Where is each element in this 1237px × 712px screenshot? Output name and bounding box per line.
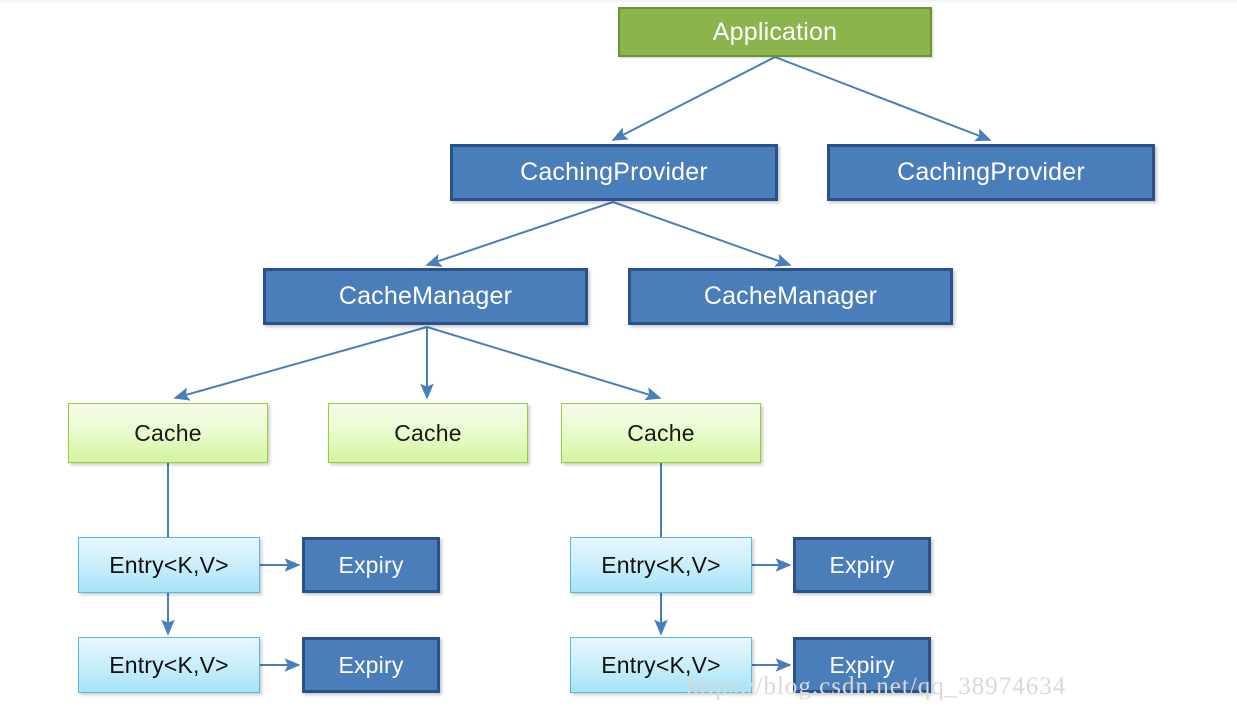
node-caching-provider-1[interactable]: CachingProvider	[450, 144, 778, 201]
node-expiry-l2-label: Expiry	[338, 651, 404, 678]
edge-caching-provider-1-to-cache-manager-2	[612, 201, 792, 267]
node-caching-provider-1-label: CachingProvider	[520, 158, 708, 186]
node-expiry-l1[interactable]: Expiry	[302, 537, 440, 593]
node-caching-provider-2[interactable]: CachingProvider	[827, 144, 1155, 201]
node-caching-provider-2-label: CachingProvider	[897, 158, 1085, 186]
node-expiry-r2-label: Expiry	[829, 651, 895, 678]
node-cache-manager-2-label: CacheManager	[703, 282, 878, 310]
diagram-canvas: Application CachingProvider CachingProvi…	[0, 0, 1237, 712]
node-cache-2[interactable]: Cache	[328, 403, 528, 463]
node-expiry-r1[interactable]: Expiry	[793, 537, 931, 593]
node-entry-r1[interactable]: Entry<K,V>	[570, 537, 752, 593]
node-cache-3-label: Cache	[627, 419, 695, 446]
node-cache-manager-1-label: CacheManager	[338, 282, 513, 310]
node-expiry-l1-label: Expiry	[338, 551, 404, 578]
edge-cache-manager-1-to-cache-3	[426, 326, 662, 401]
node-entry-r2-label: Entry<K,V>	[601, 651, 721, 678]
edge-application-to-caching-provider-1	[611, 56, 776, 141]
node-application-label: Application	[712, 17, 838, 46]
node-entry-l1[interactable]: Entry<K,V>	[78, 537, 260, 593]
edge-application-to-caching-provider-2	[774, 56, 992, 142]
node-entry-l2[interactable]: Entry<K,V>	[78, 637, 260, 693]
node-entry-r2[interactable]: Entry<K,V>	[570, 637, 752, 693]
node-cache-manager-1[interactable]: CacheManager	[263, 268, 588, 325]
node-cache-1-label: Cache	[134, 419, 202, 446]
edge-cache-manager-1-to-cache-1	[173, 326, 428, 401]
node-cache-manager-2[interactable]: CacheManager	[628, 268, 953, 325]
node-expiry-r2[interactable]: Expiry	[793, 637, 931, 693]
node-cache-3[interactable]: Cache	[561, 403, 761, 463]
node-application[interactable]: Application	[618, 7, 932, 57]
node-expiry-l2[interactable]: Expiry	[302, 637, 440, 693]
node-expiry-r1-label: Expiry	[829, 551, 895, 578]
edge-caching-provider-1-to-cache-manager-1	[425, 201, 614, 267]
node-cache-1[interactable]: Cache	[68, 403, 268, 463]
node-cache-2-label: Cache	[394, 419, 462, 446]
connector-layer	[161, 56, 992, 672]
node-entry-r1-label: Entry<K,V>	[601, 551, 721, 578]
node-entry-l1-label: Entry<K,V>	[109, 551, 229, 578]
node-entry-l2-label: Entry<K,V>	[109, 651, 229, 678]
